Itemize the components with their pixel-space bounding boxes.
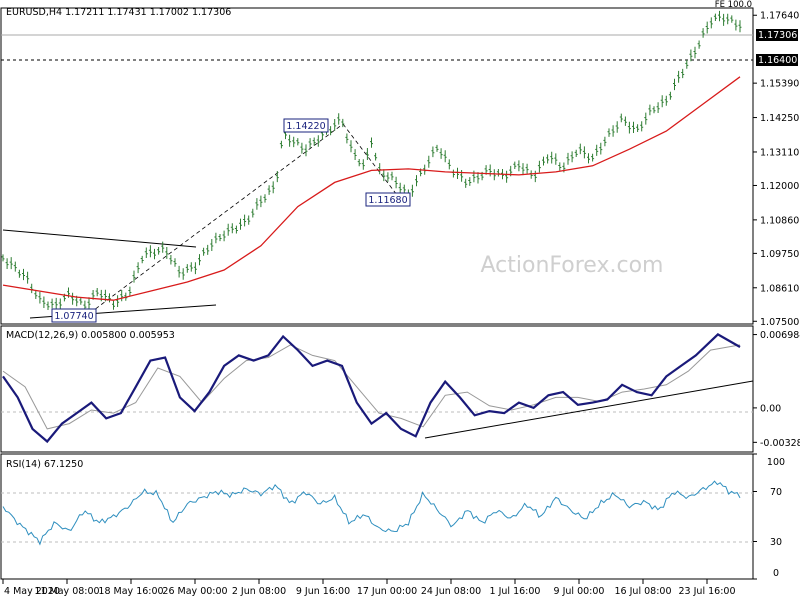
rsi-tick-label: 70 [770,487,782,498]
price-tick-label: 1.08610 [760,283,799,294]
time-tick-label: 17 Jun 00:00 [357,586,417,597]
symbol-info: EURUSD,H4 1.17211 1.17431 1.17002 1.1730… [6,7,231,18]
rsi-tick-label: 30 [770,537,782,548]
time-tick-label: 9 Jul 00:00 [554,586,605,597]
macd-axis: 0.006984 0.00 -0.00328 [753,330,800,449]
macd-trendline [424,380,754,439]
time-tick-label: 24 Jun 08:00 [421,586,481,597]
macd-line [2,333,741,444]
rsi-line [2,480,741,546]
macd-tick-label: 0.00 [760,403,781,414]
fe-label: FE 100.0 [715,0,752,10]
price-tick-label: 1.10860 [760,215,799,226]
time-tick-label: 1 Jul 16:00 [490,586,541,597]
eurusd-h4-chart: ActionForex.com EURUSD,H4 1.17211 1.1743… [0,0,800,597]
time-tick-label: 2 Jun 08:00 [232,586,286,597]
rsi-tick-label: 100 [767,457,785,468]
price-tick-label: 1.15390 [760,79,799,90]
projection-dashed-2 [342,123,398,196]
current-price-label: 1.17306 [758,30,797,41]
price-tick-label: 1.14250 [760,113,799,124]
annotation-low: 1.07740 [54,311,93,322]
time-axis: 4 May 202011 May 08:0018 May 16:0026 May… [2,579,736,597]
watermark: ActionForex.com [481,253,664,278]
rsi-axis: 100 70 30 0 [753,453,785,580]
macd-tick-label: 0.006984 [760,330,800,341]
time-tick-label: 11 May 08:00 [34,586,99,597]
annotation-mid: 1.11680 [368,195,407,206]
price-tick-label: 1.12000 [760,181,799,192]
time-tick-label: 9 Jun 16:00 [296,586,350,597]
price-tick-label: 1.17640 [760,11,799,22]
time-tick-label: 23 Jul 16:00 [679,586,736,597]
support-level-label: 1.16400 [758,55,797,66]
rsi-panel: RSI(14) 67.1250 100 70 30 0 [0,453,785,580]
rsi-title: RSI(14) 67.1250 [6,459,83,470]
time-tick-label: 26 May 00:00 [162,586,227,597]
price-tick-label: 1.13110 [760,147,799,158]
macd-tick-label: -0.00328 [760,438,800,449]
upper-triangle-line [2,229,197,248]
projection-dashed-1 [89,123,344,314]
price-tick-label: 1.07500 [760,317,799,328]
annotation-high: 1.14220 [286,121,325,132]
macd-title: MACD(12,26,9) 0.005800 0.005953 [6,330,175,341]
time-tick-label: 18 May 16:00 [98,586,163,597]
time-tick-label: 16 Jul 08:00 [615,586,672,597]
price-panel: ActionForex.com EURUSD,H4 1.17211 1.1743… [0,0,799,328]
price-tick-label: 1.09750 [760,249,799,260]
rsi-tick-label: 0 [773,568,779,579]
macd-panel: MACD(12,26,9) 0.005800 0.005953 0.006984… [0,325,800,453]
